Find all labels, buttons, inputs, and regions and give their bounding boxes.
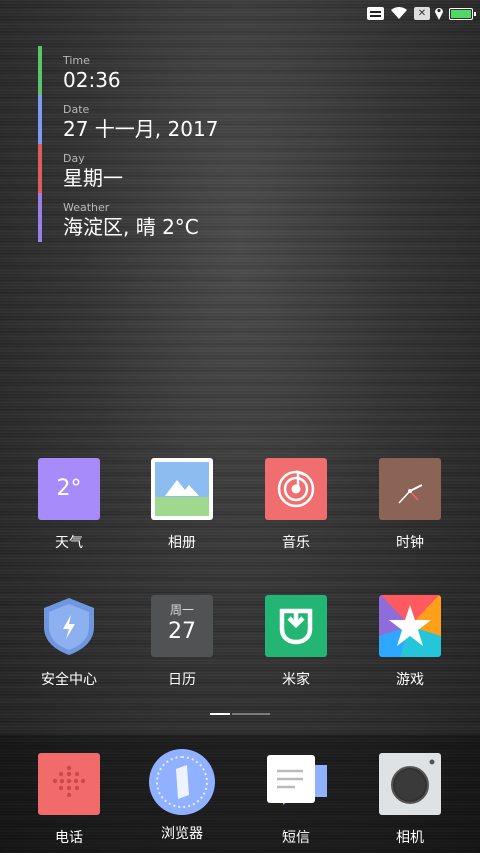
dock: 电话 浏览器 短信 相机 — [0, 735, 480, 853]
app-label: 日历 — [168, 672, 196, 688]
dock-app-camera[interactable]: 相机 — [355, 753, 465, 847]
calendar-icon: 周一 27 — [151, 595, 213, 657]
time-label: Time — [63, 54, 90, 67]
app-clock[interactable]: 时钟 — [355, 458, 465, 552]
date-label: Date — [63, 103, 90, 116]
notification-icon — [367, 7, 384, 20]
info-bar-date — [38, 95, 42, 144]
app-music[interactable]: 音乐 — [241, 458, 351, 552]
info-row-date: Date 27 十一月, 2017 — [38, 95, 258, 144]
mijia-icon — [265, 595, 327, 657]
info-row-day: Day 星期一 — [38, 144, 258, 193]
dock-app-sms[interactable]: 短信 — [241, 753, 351, 847]
gallery-icon — [151, 458, 213, 520]
app-label: 游戏 — [396, 672, 424, 688]
battery-level — [451, 10, 471, 18]
info-row-time: Time 02:36 — [38, 46, 258, 95]
wifi-icon — [391, 6, 407, 19]
app-label: 安全中心 — [41, 672, 97, 688]
date-value: 27 十一月, 2017 — [63, 117, 219, 141]
app-label: 电话 — [55, 830, 83, 846]
info-widget[interactable]: Time 02:36 Date 27 十一月, 2017 Day 星期一 Wea… — [38, 46, 258, 242]
app-label: 相册 — [168, 535, 196, 551]
app-mijia[interactable]: 米家 — [241, 595, 351, 689]
status-bar[interactable]: ✕ — [0, 0, 480, 26]
app-gallery[interactable]: 相册 — [127, 458, 237, 552]
sms-icon — [265, 753, 327, 815]
weather-label: Weather — [63, 201, 110, 214]
time-value: 02:36 — [63, 68, 121, 92]
page-dot-1[interactable] — [210, 713, 230, 715]
calendar-date: 27 — [168, 619, 196, 644]
app-calendar[interactable]: 周一 27 日历 — [127, 595, 237, 689]
app-label: 浏览器 — [161, 826, 203, 842]
page-indicator[interactable] — [210, 713, 270, 716]
camera-icon — [379, 753, 441, 815]
browser-icon — [149, 749, 215, 815]
app-label: 时钟 — [396, 535, 424, 551]
weather-icon: 2° — [38, 458, 100, 520]
shield-icon — [38, 595, 100, 657]
app-security[interactable]: 安全中心 — [14, 595, 124, 689]
battery-icon — [449, 8, 476, 20]
info-bar-time — [38, 46, 42, 95]
app-label: 天气 — [55, 535, 83, 551]
info-bar-weather — [38, 193, 42, 242]
clock-icon — [379, 458, 441, 520]
weather-value: 海淀区, 晴 2°C — [63, 215, 199, 239]
day-label: Day — [63, 152, 85, 165]
games-icon — [379, 595, 441, 657]
location-icon — [435, 8, 443, 20]
page-dot-2[interactable] — [232, 713, 270, 715]
app-label: 米家 — [282, 672, 310, 688]
calendar-day: 周一 — [169, 603, 194, 617]
app-label: 短信 — [282, 830, 310, 846]
phone-icon — [38, 753, 100, 815]
info-row-weather: Weather 海淀区, 晴 2°C — [38, 193, 258, 242]
info-bar-day — [38, 144, 42, 193]
app-games[interactable]: 游戏 — [355, 595, 465, 689]
app-label: 相机 — [396, 830, 424, 846]
app-weather[interactable]: 2° 天气 — [14, 458, 124, 552]
dock-app-browser[interactable]: 浏览器 — [127, 749, 237, 843]
day-value: 星期一 — [63, 166, 123, 190]
dock-app-phone[interactable]: 电话 — [14, 753, 124, 847]
music-icon — [265, 458, 327, 520]
sim-icon: ✕ — [414, 7, 430, 20]
app-label: 音乐 — [282, 535, 310, 551]
